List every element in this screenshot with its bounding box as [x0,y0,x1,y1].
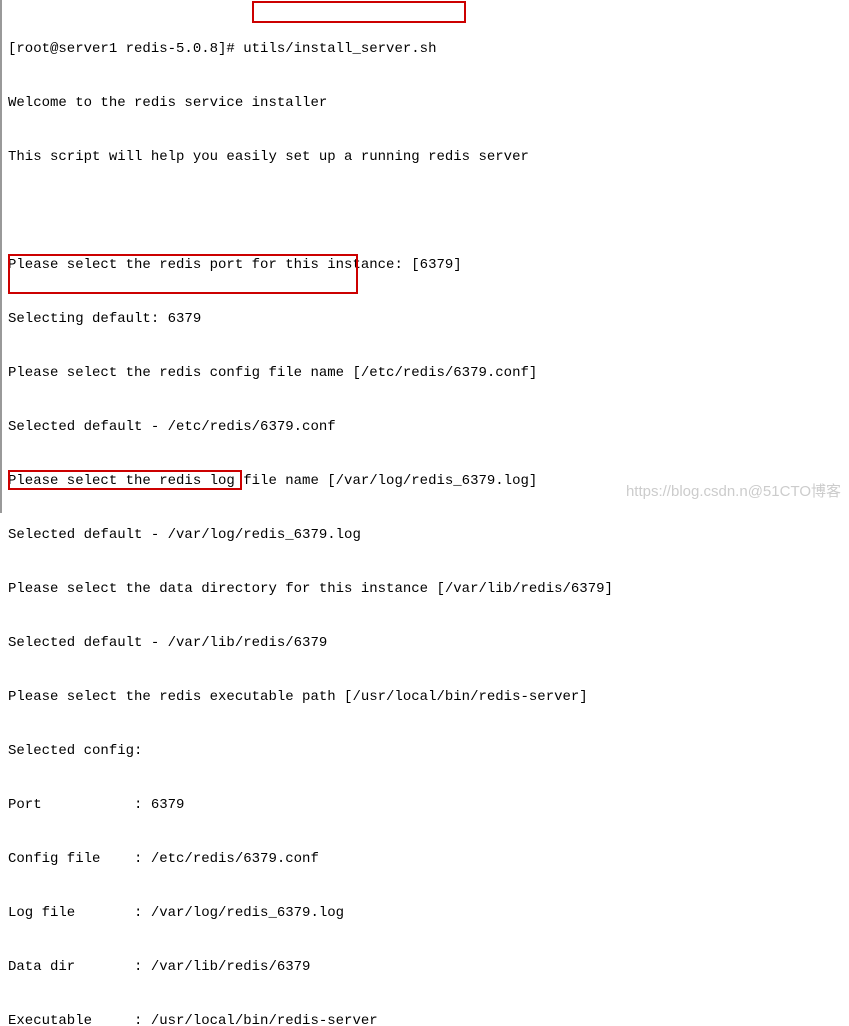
terminal-line: Please select the redis port for this in… [8,256,843,274]
terminal-line: Welcome to the redis service installer [8,94,843,112]
terminal-line: Selecting default: 6379 [8,310,843,328]
terminal-line: [root@server1 redis-5.0.8]# utils/instal… [8,40,843,58]
terminal-line: Selected default - /var/log/redis_6379.l… [8,526,843,544]
terminal-line: Please select the redis executable path … [8,688,843,706]
terminal-line: Port : 6379 [8,796,843,814]
terminal-output: [root@server1 redis-5.0.8]# utils/instal… [2,0,849,1026]
terminal-line: Please select the redis log file name [/… [8,472,843,490]
terminal-line: Config file : /etc/redis/6379.conf [8,850,843,868]
terminal-line: Executable : /usr/local/bin/redis-server [8,1012,843,1026]
terminal-line: Selected default - /var/lib/redis/6379 [8,634,843,652]
terminal-line: Selected config: [8,742,843,760]
terminal-line: Please select the data directory for thi… [8,580,843,598]
terminal-line: Selected default - /etc/redis/6379.conf [8,418,843,436]
terminal-line: Log file : /var/log/redis_6379.log [8,904,843,922]
terminal-line [8,202,843,220]
terminal-line: Data dir : /var/lib/redis/6379 [8,958,843,976]
terminal-line: This script will help you easily set up … [8,148,843,166]
terminal-line: Please select the redis config file name… [8,364,843,382]
highlight-annotation [252,1,466,23]
